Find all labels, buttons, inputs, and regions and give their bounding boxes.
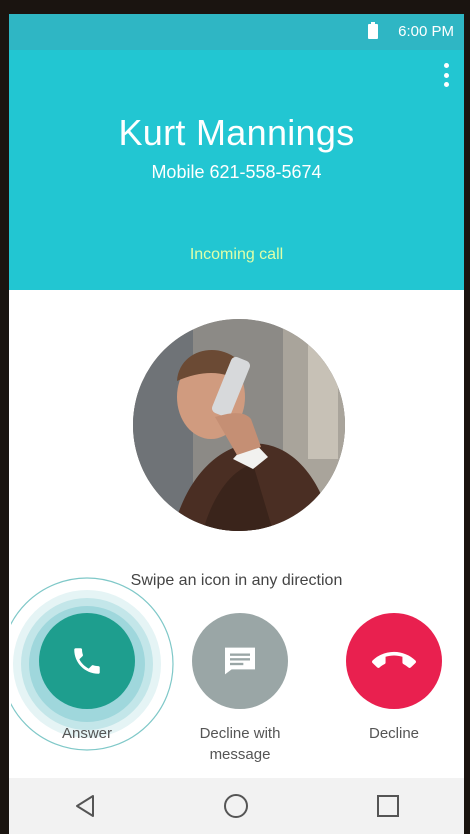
more-vert-icon[interactable]	[440, 58, 452, 92]
phone-icon	[74, 648, 100, 674]
decline-action[interactable]: Decline	[344, 613, 444, 744]
answer-label: Answer	[61, 725, 113, 742]
battery-icon	[368, 22, 378, 39]
back-button[interactable]	[55, 786, 115, 826]
status-time: 6:00 PM	[398, 23, 454, 40]
caller-photo	[133, 319, 345, 531]
decline-label: Decline	[368, 725, 420, 742]
caller-number: Mobile 621-558-5674	[151, 162, 322, 182]
recents-icon	[377, 795, 400, 817]
caller-header: Kurt Mannings Mobile 621-558-5674 Incomi…	[9, 50, 464, 290]
recents-button[interactable]	[358, 786, 418, 826]
back-icon	[75, 795, 94, 817]
decline-with-message-label-line1: Decline with	[199, 725, 281, 742]
navigation-bar	[9, 778, 464, 834]
answer-action[interactable]: Answer	[37, 613, 137, 744]
decline-with-message-label-line2: message	[209, 746, 271, 763]
decline-with-message-button[interactable]	[192, 613, 288, 709]
answer-button[interactable]	[39, 613, 135, 709]
hang-up-icon	[372, 651, 416, 668]
decline-with-message-action[interactable]: Decline with message	[177, 613, 303, 765]
status-bar: 6:00 PM	[9, 14, 464, 50]
home-button[interactable]	[206, 786, 266, 826]
incoming-call-screen: 6:00 PM Kurt Mannings Mobile 621-558-567…	[9, 14, 464, 834]
home-icon	[224, 794, 249, 818]
caller-name: Kurt Mannings	[118, 112, 355, 153]
call-status: Incoming call	[189, 246, 284, 263]
decline-button[interactable]	[346, 613, 442, 709]
decline-with-message-label: Decline with message	[177, 723, 303, 765]
message-icon	[225, 647, 255, 675]
